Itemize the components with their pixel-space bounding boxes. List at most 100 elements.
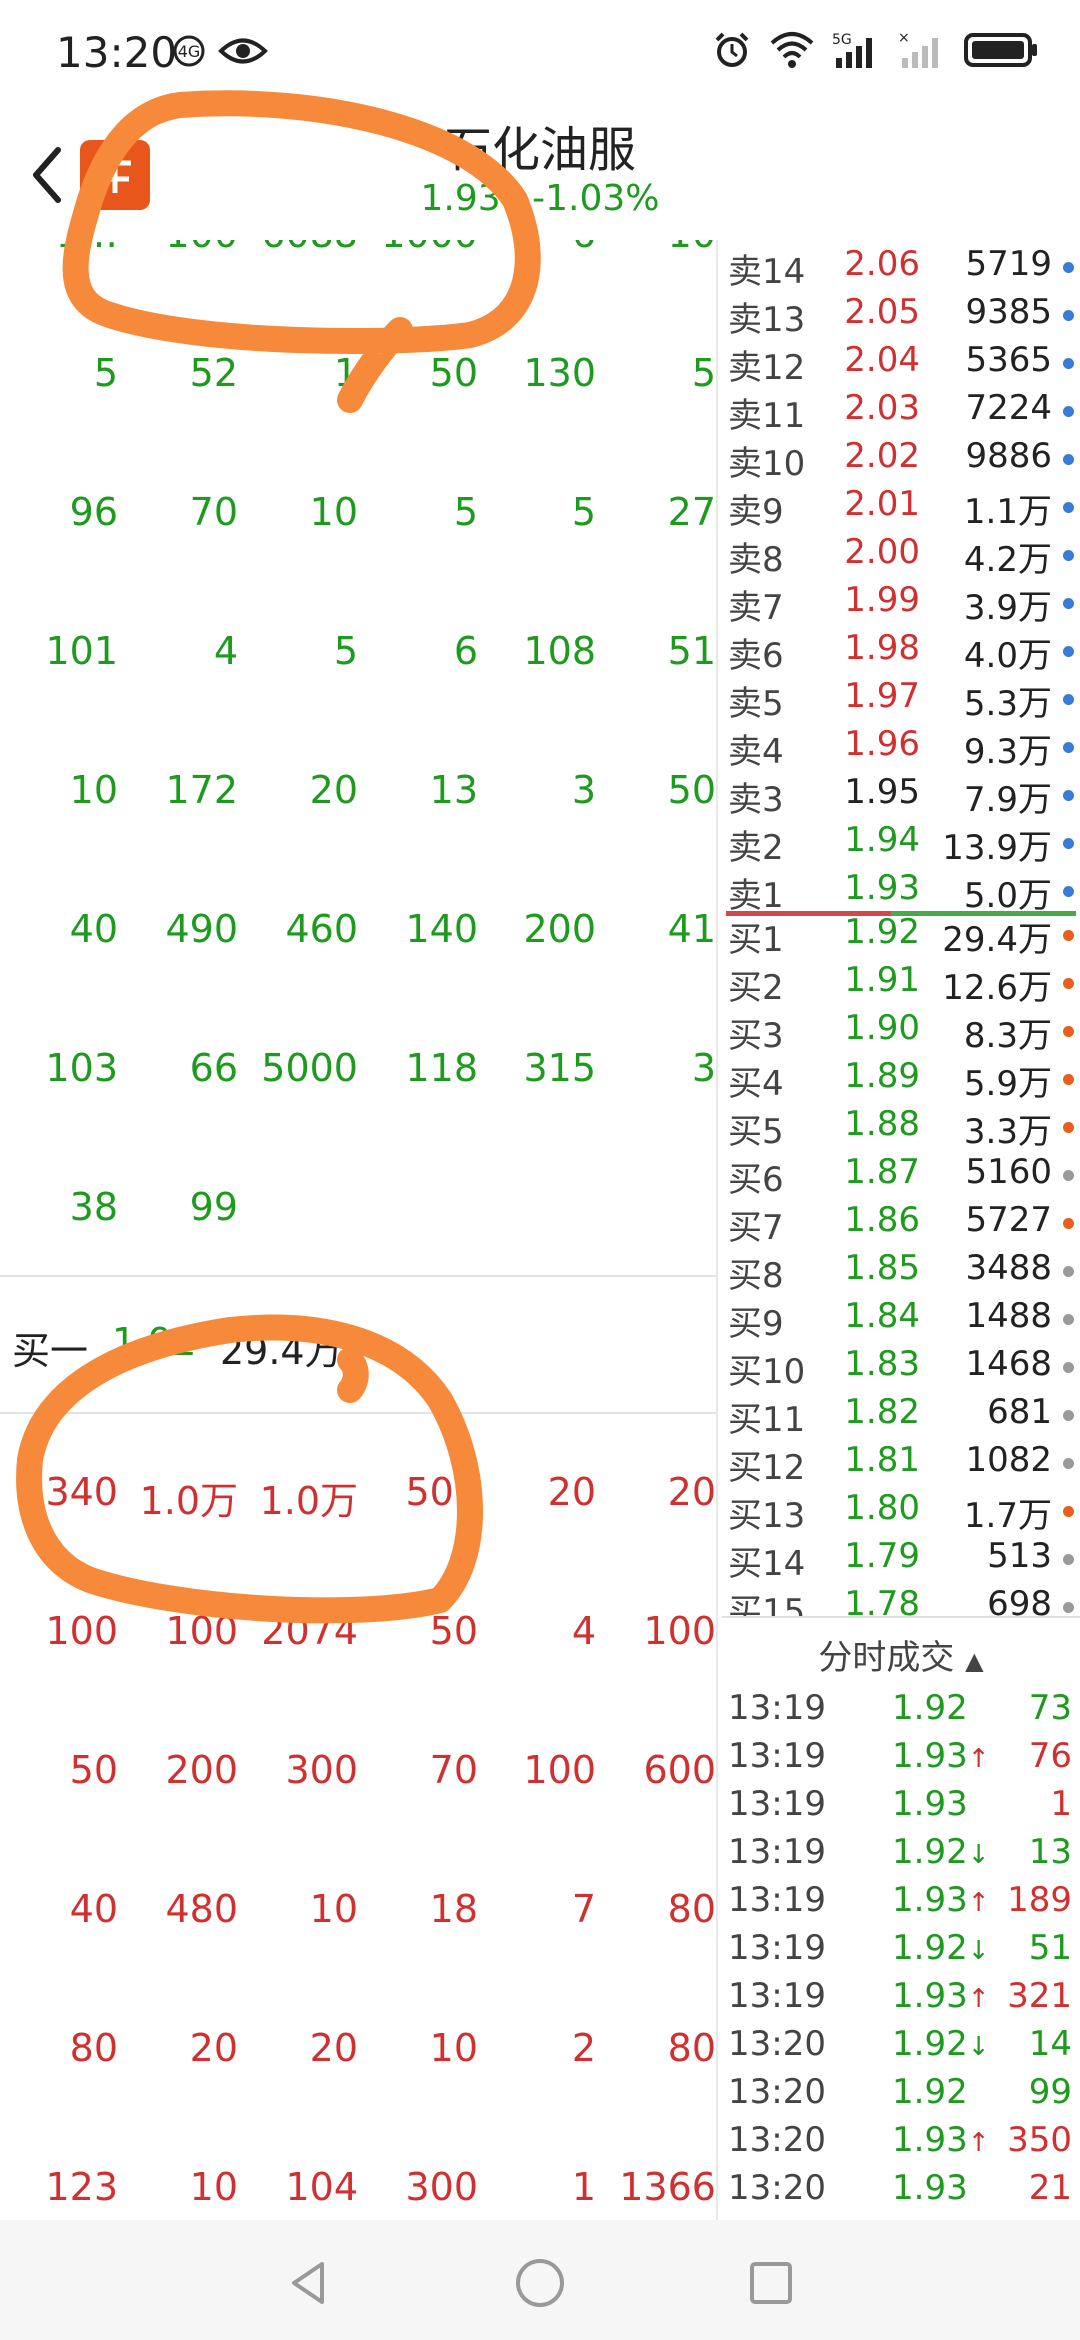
- buy-one-label: 买一: [12, 1329, 89, 1373]
- level-price: 1.99: [844, 580, 920, 620]
- order-book-row[interactable]: 卖4 1.96 9.3万: [722, 724, 1080, 772]
- trade-volume: 1: [1050, 1784, 1072, 1824]
- level-volume: 4.0万: [963, 636, 1052, 676]
- order-book-row[interactable]: 卖1 1.93 5.0万: [722, 868, 1080, 916]
- level-price: 2.03: [844, 388, 920, 428]
- order-book-row[interactable]: 买10 1.83 1468: [722, 1344, 1080, 1392]
- level-label: 买4: [728, 1064, 784, 1104]
- order-book-row[interactable]: 卖10 2.02 9886: [722, 436, 1080, 484]
- level-label: 卖5: [728, 684, 784, 724]
- trade-time: 13:19: [728, 1976, 826, 2016]
- level-label: 买6: [728, 1160, 784, 1200]
- order-book-row[interactable]: 卖2 1.94 13.9万: [722, 820, 1080, 868]
- order-book-row[interactable]: 买2 1.91 12.6万: [722, 960, 1080, 1008]
- order-book-row[interactable]: 卖9 2.01 1.1万: [722, 484, 1080, 532]
- queue-order-volume: 101: [45, 629, 118, 673]
- stock-quote: 1.93 -1.03%: [0, 178, 1080, 219]
- level-label: 买11: [728, 1400, 806, 1440]
- order-book-row[interactable]: 买12 1.81 1082: [722, 1440, 1080, 1488]
- order-book[interactable]: 卖14 2.06 5719 卖13 2.05 9385 卖12 2.04 5365 卖11 2.03…: [722, 236, 1080, 1616]
- order-book-row[interactable]: 卖5 1.97 5.3万: [722, 676, 1080, 724]
- queue-order-volume: 1.0万: [139, 1479, 238, 1523]
- order-book-row[interactable]: 买4 1.89 5.9万: [722, 1056, 1080, 1104]
- status-dot-icon: [1063, 930, 1074, 941]
- hd-icon: 4G: [173, 35, 205, 67]
- svg-text:4G: 4G: [178, 42, 201, 61]
- queue-order-volume: 99: [189, 1185, 238, 1229]
- order-book-row[interactable]: 卖14 2.06 5719: [722, 244, 1080, 292]
- order-book-row[interactable]: 买11 1.82 681: [722, 1392, 1080, 1440]
- queue-row: 123 10 104 300 1 1366: [0, 2165, 716, 2220]
- trades-title[interactable]: 分时成交 ▲: [722, 1630, 1080, 1679]
- order-book-row[interactable]: 卖11 2.03 7224: [722, 388, 1080, 436]
- queue-order-volume: 100: [45, 1609, 118, 1653]
- level-label: 卖13: [728, 300, 806, 340]
- order-book-row[interactable]: 买15 1.78 698: [722, 1584, 1080, 1616]
- queue-order-volume: 500: [405, 1470, 478, 1514]
- status-dot-icon: [1063, 1410, 1074, 1421]
- queue-detail-panel[interactable]: 1…10060881000610552150130596701055271014…: [0, 240, 718, 2220]
- trade-time: 13:20: [728, 2024, 826, 2064]
- eye-icon: [218, 38, 268, 64]
- level-price: 1.81: [844, 1440, 920, 1480]
- level-volume: 9.3万: [963, 732, 1052, 772]
- level-volume: 7.9万: [963, 780, 1052, 820]
- order-book-row[interactable]: 卖3 1.95 7.9万: [722, 772, 1080, 820]
- status-dot-icon: [1063, 1026, 1074, 1037]
- divider: [0, 1275, 716, 1277]
- recents-square-icon[interactable]: [744, 2256, 798, 2310]
- order-book-row[interactable]: 卖7 1.99 3.9万: [722, 580, 1080, 628]
- queue-row: 10 172 20 13 3 50: [0, 768, 716, 828]
- queue-order-volume: 80: [69, 2026, 118, 2070]
- trade-row: 13:19 1.92↓ 51: [722, 1928, 1080, 1976]
- level-label: 卖6: [728, 636, 784, 676]
- level-price: 2.05: [844, 292, 920, 332]
- system-nav-bar: [0, 2220, 1080, 2340]
- status-dot-icon: [1063, 262, 1074, 273]
- level-label: 卖11: [728, 396, 806, 436]
- queue-order-volume: 1340: [21, 1470, 118, 1514]
- order-book-row[interactable]: 买9 1.84 1488: [722, 1296, 1080, 1344]
- status-dot-icon: [1063, 1458, 1074, 1469]
- queue-order-volume: 100: [128, 240, 238, 256]
- level-volume: 3.9万: [963, 588, 1052, 628]
- level-volume: 5.9万: [963, 1064, 1052, 1104]
- queue-row: 1… 100 6088 1000 6 10: [0, 240, 716, 272]
- back-triangle-icon[interactable]: [282, 2256, 336, 2310]
- order-book-row[interactable]: 买3 1.90 8.3万: [722, 1008, 1080, 1056]
- queue-order-volume: 80: [667, 2026, 716, 2070]
- level-label: 买1: [728, 920, 784, 960]
- order-book-row[interactable]: 卖8 2.00 4.2万: [722, 532, 1080, 580]
- order-book-row[interactable]: 买5 1.88 3.3万: [722, 1104, 1080, 1152]
- level-price: 1.87: [844, 1152, 920, 1192]
- queue-order-volume: 5000: [261, 1046, 358, 1090]
- trade-time: 13:19: [728, 1928, 826, 1968]
- level-volume: 3.3万: [963, 1112, 1052, 1152]
- trade-time: 13:19: [728, 1784, 826, 1824]
- home-circle-icon[interactable]: [513, 2256, 567, 2310]
- status-dot-icon: [1063, 742, 1074, 753]
- arrow-down-icon: ↓: [967, 1936, 990, 1966]
- trade-volume: 189: [1007, 1880, 1072, 1920]
- order-book-row[interactable]: 买14 1.79 513: [722, 1536, 1080, 1584]
- order-book-row[interactable]: 买1 1.92 29.4万: [722, 912, 1080, 960]
- queue-order-volume: 300: [285, 1748, 358, 1792]
- order-book-row[interactable]: 买8 1.85 3488: [722, 1248, 1080, 1296]
- level-price: 1.90: [844, 1008, 920, 1048]
- level-price: 1.82: [844, 1392, 920, 1432]
- trade-price-cell: 1.92↓: [892, 2024, 990, 2064]
- order-book-row[interactable]: 买7 1.86 5727: [722, 1200, 1080, 1248]
- status-dot-icon: [1063, 886, 1074, 897]
- status-dot-icon: [1063, 550, 1074, 561]
- tick-trades-panel[interactable]: 分时成交 ▲ 13:19 1.92 73 13:19 1.93↑ 76 13:19 1.93 1…: [722, 1616, 1080, 2220]
- level-label: 买13: [728, 1496, 806, 1536]
- order-book-row[interactable]: 卖12 2.04 5365: [722, 340, 1080, 388]
- order-book-row[interactable]: 买6 1.87 5160: [722, 1152, 1080, 1200]
- trade-volume: 76: [1028, 1736, 1072, 1776]
- level-volume: 681: [987, 1392, 1052, 1432]
- trade-volume: 51: [1028, 1928, 1072, 1968]
- order-book-row[interactable]: 卖13 2.05 9385: [722, 292, 1080, 340]
- level-price: 1.83: [844, 1344, 920, 1384]
- order-book-row[interactable]: 买13 1.80 1.7万: [722, 1488, 1080, 1536]
- order-book-row[interactable]: 卖6 1.98 4.0万: [722, 628, 1080, 676]
